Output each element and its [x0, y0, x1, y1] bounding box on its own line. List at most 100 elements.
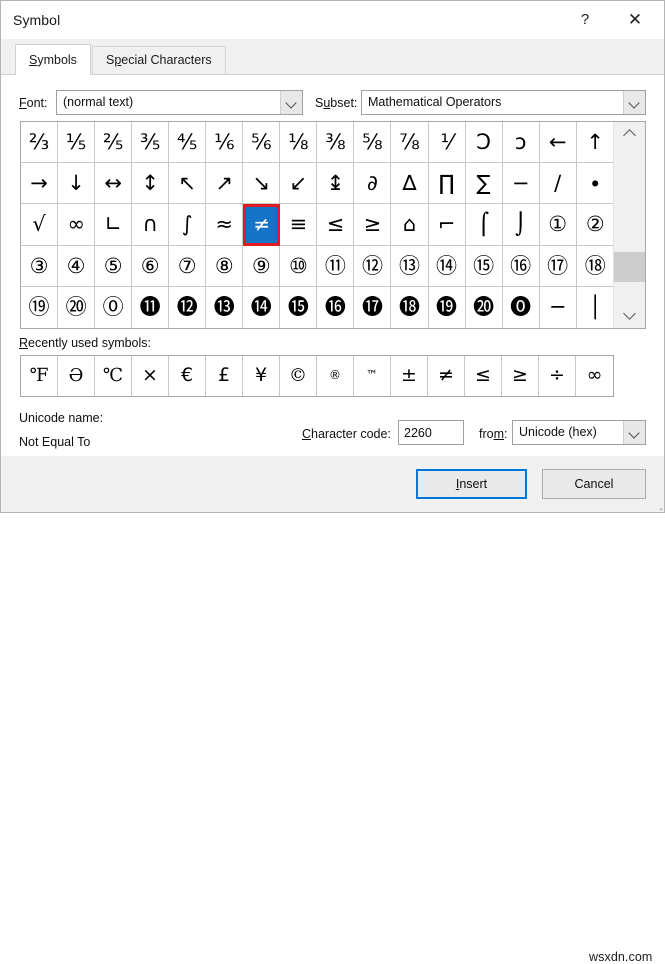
symbol-cell[interactable]: ∟: [95, 204, 133, 246]
symbol-cell[interactable]: ⓯: [280, 286, 318, 328]
symbol-cell[interactable]: ⑯: [502, 245, 540, 287]
character-code-input[interactable]: [398, 420, 464, 445]
recent-symbol-cell[interactable]: ©: [280, 356, 317, 396]
symbol-cell[interactable]: ↖: [169, 163, 207, 205]
recent-symbol-cell[interactable]: ≥: [502, 356, 539, 396]
symbol-cell[interactable]: Ↄ: [465, 122, 503, 164]
symbol-cell[interactable]: ⅔: [21, 122, 59, 164]
symbol-cell[interactable]: →: [21, 163, 59, 205]
symbol-cell[interactable]: │: [577, 287, 614, 328]
symbol-cell[interactable]: ⅟: [428, 122, 466, 164]
symbol-cell[interactable]: ∙: [576, 163, 614, 205]
recent-symbol-cell[interactable]: ∞: [576, 356, 613, 396]
symbol-cell[interactable]: ↨: [317, 163, 355, 205]
symbol-cell[interactable]: ⅖: [95, 122, 133, 164]
symbol-cell[interactable]: ⑮: [465, 245, 503, 287]
symbol-cell[interactable]: ⑭: [428, 245, 466, 287]
recent-symbol-cell[interactable]: ℃: [95, 356, 132, 396]
from-dropdown[interactable]: Unicode (hex): [512, 420, 646, 445]
symbol-cell[interactable]: ⓳: [429, 286, 466, 328]
symbol-cell[interactable]: ⅛: [280, 122, 318, 164]
scroll-down-icon[interactable]: [614, 304, 645, 328]
symbol-cell[interactable]: ∂: [354, 163, 392, 205]
symbol-cell[interactable]: ɔ: [502, 122, 540, 164]
symbol-cell[interactable]: ⑦: [169, 245, 207, 287]
symbol-cell[interactable]: ∕: [539, 163, 577, 205]
symbol-cell[interactable]: ⑪: [317, 245, 355, 287]
recent-symbol-cell[interactable]: ℉: [21, 356, 58, 396]
symbol-cell[interactable]: ⅘: [169, 122, 207, 164]
symbol-cell[interactable]: ⅙: [206, 122, 244, 164]
symbol-cell[interactable]: ∆: [391, 163, 429, 205]
symbol-cell[interactable]: ↓: [58, 163, 96, 205]
recent-symbol-cell[interactable]: ±: [391, 356, 428, 396]
symbol-cell[interactable]: ⓮: [243, 286, 281, 328]
symbol-cell[interactable]: ⓴: [466, 286, 503, 328]
symbol-cell[interactable]: ≈: [206, 204, 244, 246]
symbol-cell[interactable]: ∫: [169, 204, 207, 246]
recent-symbol-cell[interactable]: ®: [317, 356, 354, 396]
symbol-cell[interactable]: ⑳: [58, 286, 96, 328]
symbol-cell[interactable]: ↘: [243, 163, 281, 205]
symbol-cell[interactable]: ⓬: [169, 286, 207, 328]
symbol-cell[interactable]: ⓭: [206, 286, 244, 328]
symbol-cell[interactable]: ≡: [280, 204, 318, 246]
insert-button[interactable]: Insert: [416, 469, 527, 499]
symbol-cell[interactable]: ∞: [58, 204, 96, 246]
recent-symbol-cell[interactable]: ≤: [465, 356, 502, 396]
symbol-cell[interactable]: ↙: [280, 163, 318, 205]
symbol-cell[interactable]: ⑲: [21, 286, 59, 328]
tab-special-characters[interactable]: Special Characters: [92, 46, 226, 75]
symbol-cell[interactable]: ⑫: [354, 245, 392, 287]
recent-symbol-cell[interactable]: £: [206, 356, 243, 396]
chevron-down-icon[interactable]: [623, 91, 645, 114]
subset-dropdown[interactable]: Mathematical Operators: [361, 90, 646, 115]
symbol-cell[interactable]: ⑤: [95, 245, 133, 287]
symbol-cell[interactable]: −: [502, 163, 540, 205]
symbol-cell[interactable]: ←: [539, 122, 577, 164]
symbol-cell[interactable]: ③: [21, 245, 59, 287]
symbol-cell[interactable]: ↗: [206, 163, 244, 205]
symbol-cell[interactable]: ⅚: [243, 122, 281, 164]
symbol-cell[interactable]: ⑨: [243, 245, 281, 287]
symbol-cell[interactable]: ⑰: [539, 245, 577, 287]
help-button[interactable]: ?: [562, 1, 608, 39]
cancel-button[interactable]: Cancel: [542, 469, 646, 499]
symbol-cell[interactable]: ⑧: [206, 245, 244, 287]
symbol-grid-scrollbar[interactable]: [613, 122, 645, 328]
symbol-cell[interactable]: ∑: [465, 163, 503, 205]
recent-symbol-cell[interactable]: €: [169, 356, 206, 396]
symbol-cell[interactable]: ─: [540, 286, 577, 328]
recent-symbol-cell[interactable]: ¥: [243, 356, 280, 396]
recent-symbol-cell[interactable]: ÷: [539, 356, 576, 396]
symbol-cell[interactable]: ④: [58, 245, 96, 287]
symbol-cell[interactable]: ⌡: [502, 204, 540, 246]
chevron-down-icon[interactable]: [280, 91, 302, 114]
symbol-cell[interactable]: ∩: [132, 204, 170, 246]
symbol-cell[interactable]: ⅜: [317, 122, 355, 164]
symbol-cell[interactable]: ⌂: [391, 204, 429, 246]
symbol-cell[interactable]: ⅕: [58, 122, 96, 164]
symbol-cell[interactable]: ⑱: [576, 246, 614, 287]
recent-symbol-cell[interactable]: Ə: [58, 356, 95, 396]
symbol-cell-selected[interactable]: ≠: [243, 204, 281, 246]
symbol-cell[interactable]: ⓰: [317, 286, 355, 328]
recent-symbol-cell[interactable]: ™: [354, 356, 391, 396]
symbol-cell[interactable]: ⌠: [465, 204, 503, 246]
recent-symbol-cell[interactable]: ×: [132, 356, 169, 396]
symbol-cell[interactable]: √: [21, 204, 59, 246]
symbol-cell[interactable]: ⅝: [354, 122, 392, 164]
symbol-cell[interactable]: ↕: [132, 163, 170, 205]
tab-symbols[interactable]: Symbols: [15, 44, 91, 75]
resize-grip[interactable]: [649, 497, 662, 510]
symbol-cell[interactable]: ⓫: [132, 286, 170, 328]
symbol-cell[interactable]: ⓪: [95, 286, 133, 328]
symbol-cell[interactable]: ⌐: [428, 204, 466, 246]
symbol-cell[interactable]: ≥: [354, 204, 392, 246]
recent-symbol-cell[interactable]: ≠: [428, 356, 465, 396]
scroll-up-icon[interactable]: [614, 122, 645, 146]
font-dropdown[interactable]: (normal text): [56, 90, 303, 115]
symbol-cell[interactable]: ⑬: [391, 245, 429, 287]
symbol-cell[interactable]: ⅗: [132, 122, 170, 164]
symbol-cell[interactable]: ↑: [576, 122, 614, 164]
